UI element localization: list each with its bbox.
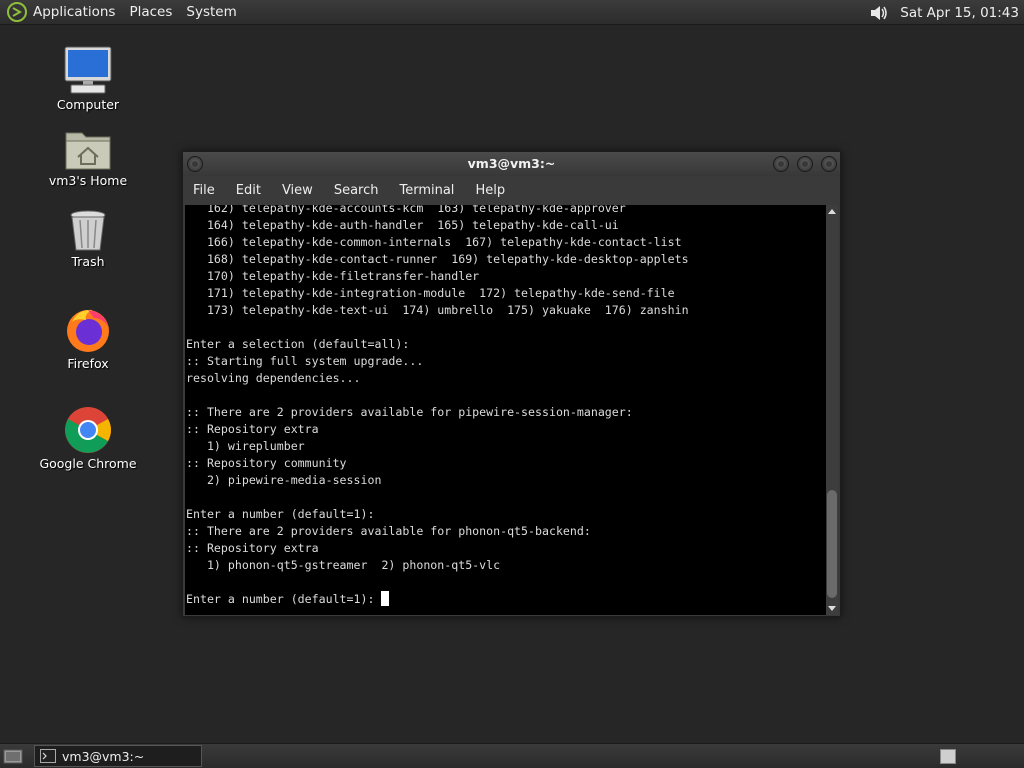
desktop-icon-firefox[interactable]: Firefox (33, 306, 143, 371)
taskbar-terminal-button[interactable]: vm3@vm3:~ (34, 745, 202, 767)
terminal-line: 2) pipewire-media-session (186, 473, 382, 487)
taskbar-label: vm3@vm3:~ (62, 748, 145, 764)
top-panel: Applications Places System Sat Apr 15, 0… (0, 0, 1024, 25)
menu-search[interactable]: Search (334, 183, 379, 198)
chrome-icon (65, 407, 111, 453)
desktop-icon-chrome[interactable]: Google Chrome (33, 406, 143, 471)
workspace-switcher[interactable] (940, 749, 956, 764)
desktop-icon-label: Google Chrome (39, 456, 137, 471)
desktop-icon-home[interactable]: vm3's Home (33, 127, 143, 188)
terminal-menubar: File Edit View Search Terminal Help (183, 176, 840, 204)
terminal-line: :: Starting full system upgrade... (186, 354, 424, 368)
volume-icon[interactable] (868, 3, 890, 23)
terminal-line: :: There are 2 providers available for p… (186, 405, 633, 419)
menu-terminal[interactable]: Terminal (399, 183, 454, 198)
places-menu[interactable]: Places (129, 4, 172, 20)
scroll-down-icon[interactable] (826, 602, 838, 614)
terminal-line: 170) telepathy-kde-filetransfer-handler (186, 269, 480, 283)
terminal-line: Enter a number (default=1): (186, 507, 375, 521)
terminal-icon (40, 749, 56, 763)
distro-logo-icon[interactable] (6, 1, 28, 23)
terminal-line: 173) telepathy-kde-text-ui 174) umbrello… (186, 303, 689, 317)
bottom-panel: vm3@vm3:~ (0, 743, 1024, 768)
firefox-icon (67, 309, 109, 352)
close-button[interactable] (821, 156, 837, 172)
menu-edit[interactable]: Edit (236, 183, 261, 198)
desktop-icon-trash[interactable]: Trash (33, 208, 143, 269)
terminal-prompt-line: Enter a number (default=1): (186, 591, 826, 608)
menu-help[interactable]: Help (475, 183, 505, 198)
terminal-text: 162) telepathy-kde-accounts-kcm 163) tel… (185, 205, 826, 608)
menu-view[interactable]: View (282, 183, 313, 198)
scroll-up-icon[interactable] (826, 206, 838, 218)
terminal-line: 171) telepathy-kde-integration-module 17… (186, 286, 675, 300)
terminal-line: Enter a selection (default=all): (186, 337, 410, 351)
terminal-window[interactable]: vm3@vm3:~ File Edit View Search Terminal… (182, 151, 841, 617)
desktop-icon-label: Trash (71, 254, 105, 269)
scrollbar-thumb[interactable] (827, 490, 837, 598)
window-title: vm3@vm3:~ (467, 156, 556, 171)
terminal-line: 166) telepathy-kde-common-internals 167)… (186, 235, 682, 249)
trash-icon (70, 210, 106, 251)
terminal-line: resolving dependencies... (186, 371, 361, 385)
computer-icon (64, 46, 112, 94)
terminal-line: :: Repository extra (186, 541, 319, 555)
maximize-button[interactable] (797, 156, 813, 172)
terminal-line: 162) telepathy-kde-accounts-kcm 163) tel… (186, 205, 626, 215)
terminal-prompt: Enter a number (default=1): (186, 592, 382, 606)
desktop-icon-label: vm3's Home (48, 173, 128, 188)
desktop-icon-computer[interactable]: Computer (33, 45, 143, 112)
menu-file[interactable]: File (193, 183, 215, 198)
show-desktop-icon[interactable] (3, 748, 23, 764)
terminal-line: :: Repository extra (186, 422, 319, 436)
clock[interactable]: Sat Apr 15, 01:43 (900, 5, 1019, 21)
terminal-scrollbar[interactable] (826, 205, 838, 615)
terminal-cursor (381, 591, 390, 606)
window-menu-button[interactable] (187, 156, 203, 172)
desktop-icon-label: Firefox (67, 356, 109, 371)
minimize-button[interactable] (773, 156, 789, 172)
window-titlebar[interactable]: vm3@vm3:~ (183, 152, 840, 176)
terminal-output[interactable]: 162) telepathy-kde-accounts-kcm 163) tel… (185, 205, 826, 615)
terminal-line: 1) phonon-qt5-gstreamer 2) phonon-qt5-vl… (186, 558, 501, 572)
terminal-line: :: Repository community (186, 456, 347, 470)
home-folder-icon (65, 132, 111, 170)
terminal-line: :: There are 2 providers available for p… (186, 524, 591, 538)
terminal-line: 168) telepathy-kde-contact-runner 169) t… (186, 252, 689, 266)
terminal-line: 1) wireplumber (186, 439, 305, 453)
terminal-line: 164) telepathy-kde-auth-handler 165) tel… (186, 218, 619, 232)
desktop-icon-label: Computer (56, 97, 120, 112)
system-menu[interactable]: System (186, 4, 236, 20)
applications-menu[interactable]: Applications (33, 4, 115, 20)
